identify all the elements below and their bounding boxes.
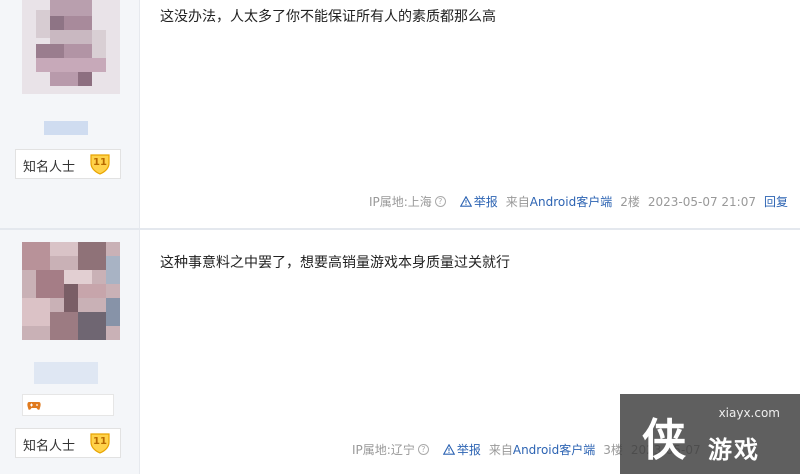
level-shield-icon: 11 [88,153,112,175]
username[interactable] [34,362,98,384]
report-label: 举报 [473,195,498,209]
honor-badge[interactable]: 知名人士 11 [15,428,121,458]
client-prefix: 来自 [488,443,513,457]
level-number: 11 [93,157,107,168]
avatar[interactable] [22,242,120,340]
warning-icon [442,444,455,455]
post-meta: IP属地:上海 ? 举报 来自 Android客户端 2楼 2023-05-07 … [361,193,788,210]
watermark-url: xiayx.com [718,406,780,420]
report-button[interactable]: 举报 [459,193,498,210]
level-shield-icon: 11 [88,432,112,454]
watermark-name: 游戏 [708,436,760,464]
post-content: 这种事意料之中罢了，想要高销量游戏本身质量过关就行 [160,255,510,271]
gamepad-icon [27,402,41,410]
author-sidebar: 知名人士 11 [0,0,140,228]
post-time: 2023-05-07 21:07 [647,194,756,209]
client-link[interactable]: Android客户端 [513,441,595,458]
client-link[interactable]: Android客户端 [530,193,612,210]
username[interactable] [44,121,88,135]
client-prefix: 来自 [505,195,530,209]
level-number: 11 [93,436,107,447]
help-icon[interactable]: ? [434,196,446,207]
ip-location-text: IP属地:上海 [368,195,432,209]
game-badge[interactable] [22,394,114,416]
client-source: 来自 Android客户端 [506,193,612,210]
reply-button[interactable]: 回复 [764,193,788,210]
report-label: 举报 [456,443,481,457]
ip-location: IP属地:上海 ? [369,193,446,210]
post-floor-2: 知名人士 11 这没办法，人太多了你不能保证所有人的素质都那么高 IP属地:上海… [0,0,800,228]
floor-number: 2楼 [620,195,640,209]
honor-badge[interactable]: 知名人士 11 [15,149,121,179]
badge-title: 知名人士 [23,439,76,454]
avatar[interactable] [22,0,120,94]
site-watermark: 侠 xiayx.com 游戏 [620,394,800,474]
post-content: 这没办法，人太多了你不能保证所有人的素质都那么高 [160,9,496,25]
ip-location-text: IP属地:辽宁 [352,443,415,457]
warning-icon [459,196,472,207]
report-button[interactable]: 举报 [442,441,481,458]
author-sidebar: 知名人士 11 [0,230,140,474]
ip-location: IP属地:辽宁 ? [352,441,429,458]
help-icon[interactable]: ? [417,444,429,455]
client-source: 来自 Android客户端 [489,441,595,458]
badge-title: 知名人士 [23,160,76,175]
watermark-logo: 侠 [642,415,686,466]
